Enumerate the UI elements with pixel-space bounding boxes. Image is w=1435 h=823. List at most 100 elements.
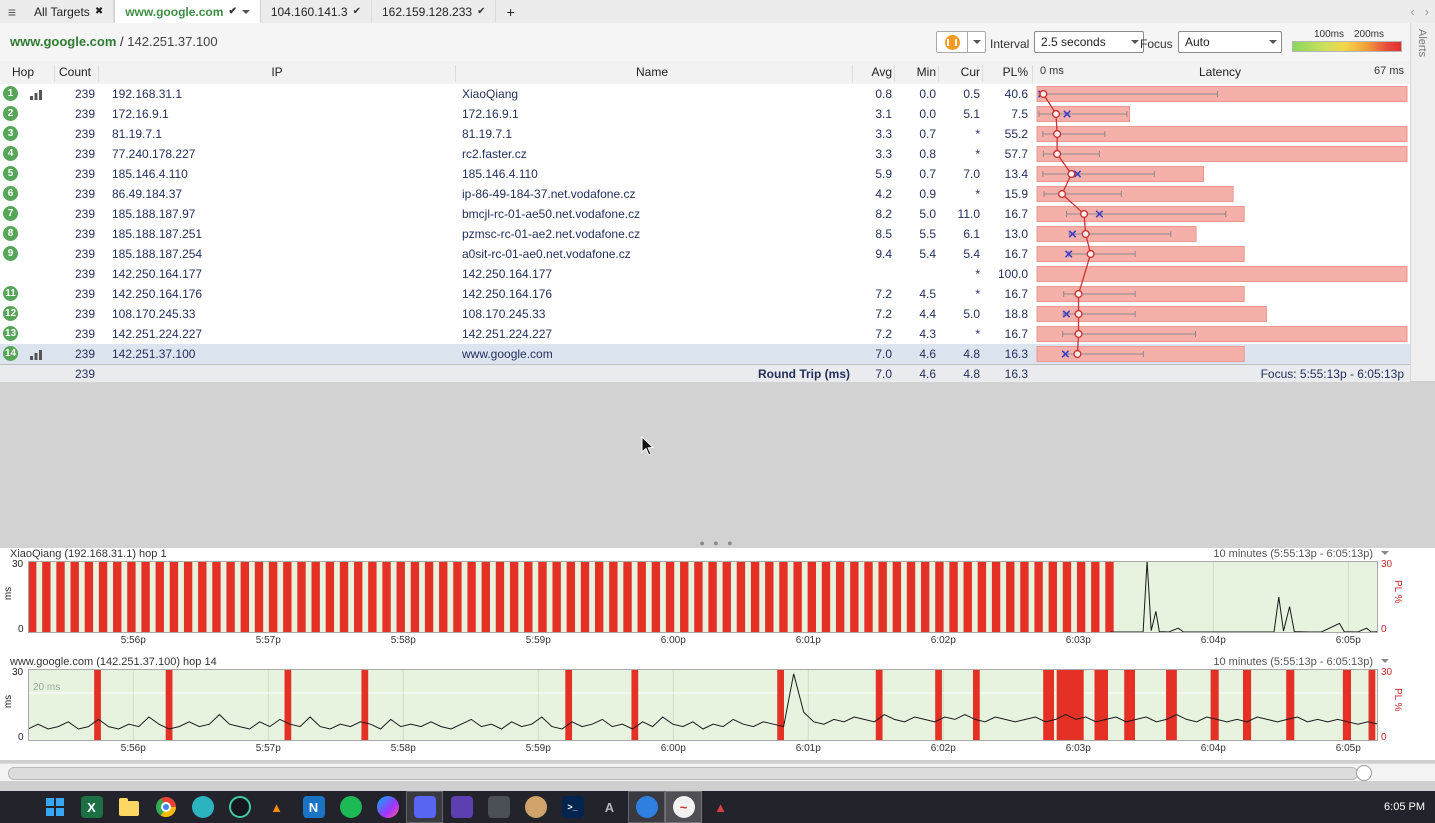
pause-button[interactable] <box>936 31 968 53</box>
interval-select[interactable]: 2.5 seconds <box>1034 31 1144 53</box>
messenger-icon[interactable] <box>369 791 406 823</box>
graph2-plot-area[interactable]: 20 ms <box>28 669 1378 741</box>
cube-app-icon-glyph <box>488 796 510 818</box>
table-row-hop-unknown[interactable]: 239142.250.164.177142.250.164.177*100.0 <box>0 264 1410 284</box>
tab-label: 162.159.128.233 <box>382 5 472 19</box>
focus-select[interactable]: Auto <box>1178 31 1282 53</box>
chevron-down-icon[interactable] <box>1381 551 1389 559</box>
table-row-hop-12[interactable]: 12239108.170.245.33108.170.245.337.24.45… <box>0 304 1410 324</box>
table-row-hop-7[interactable]: 7239185.188.187.97bmcjl-rc-01-ae50.net.v… <box>0 204 1410 224</box>
col-pl[interactable]: PL% <box>984 65 1028 79</box>
cell-ip: 185.146.4.110 <box>112 164 442 184</box>
pause-options-button[interactable] <box>968 31 986 53</box>
col-latency[interactable]: Latency <box>1120 65 1320 79</box>
col-hop[interactable]: Hop <box>12 65 34 79</box>
cell-avg: 3.3 <box>856 124 892 144</box>
chrome-icon[interactable] <box>147 791 184 823</box>
cell-count: 239 <box>55 204 95 224</box>
cell-count: 239 <box>55 124 95 144</box>
cell-pl: 7.5 <box>984 104 1028 124</box>
sphere-app-icon[interactable] <box>517 791 554 823</box>
menu-icon[interactable]: ≡ <box>0 0 24 23</box>
table-row-hop-1[interactable]: 1239192.168.31.1XiaoQiang0.80.00.540.6 <box>0 84 1410 104</box>
windows-taskbar: X▲N>_A~▲ 6:05 PM <box>0 791 1435 823</box>
add-target-button[interactable]: + <box>496 0 524 23</box>
graph1-range[interactable]: 10 minutes (5:55:13p - 6:05:13p) <box>1213 548 1373 560</box>
chevron-down-icon[interactable] <box>242 10 250 18</box>
trace-table-body: 1239192.168.31.1XiaoQiang0.80.00.540.622… <box>0 84 1410 364</box>
splitter-handle[interactable]: ● ● ● <box>0 538 1435 548</box>
pingplotter-icon[interactable]: ~ <box>665 791 702 823</box>
graph2-range[interactable]: 10 minutes (5:55:13p - 6:05:13p) <box>1213 656 1373 668</box>
scrollbar-knob[interactable] <box>1356 765 1372 781</box>
ide-icon[interactable] <box>221 791 258 823</box>
cell-min: 0.7 <box>896 164 936 184</box>
spotify-icon[interactable] <box>332 791 369 823</box>
latency-axis-min: 0 ms <box>1040 65 1064 77</box>
hop-number-badge: 3 <box>3 126 18 141</box>
table-row-hop-13[interactable]: 13239142.251.224.227142.251.224.2277.24.… <box>0 324 1410 344</box>
table-row-hop-6[interactable]: 623986.49.184.37ip-86-49-184-37.net.voda… <box>0 184 1410 204</box>
tab-www.google.com[interactable]: www.google.com✔ <box>114 0 261 23</box>
sourcetree-icon[interactable] <box>184 791 221 823</box>
col-count[interactable]: Count <box>55 65 95 79</box>
tab-All Targets[interactable]: All Targets✖ <box>24 0 114 23</box>
powershell-icon[interactable]: >_ <box>554 791 591 823</box>
cell-name: 185.146.4.110 <box>462 164 847 184</box>
scrollbar-thumb[interactable] <box>8 767 1358 780</box>
cell-ip: 108.170.245.33 <box>112 304 442 324</box>
hop-number-badge: 5 <box>3 166 18 181</box>
letter-a-app-icon[interactable]: A <box>591 791 628 823</box>
horizontal-scrollbar[interactable] <box>0 763 1435 782</box>
table-row-hop-8[interactable]: 8239185.188.187.251pzmsc-rc-01-ae2.net.v… <box>0 224 1410 244</box>
table-row-hop-3[interactable]: 323981.19.7.181.19.7.13.30.7*55.2 <box>0 124 1410 144</box>
table-row-hop-14[interactable]: 14239142.251.37.100www.google.com7.04.64… <box>0 344 1410 364</box>
excel-icon[interactable]: X <box>73 791 110 823</box>
tab-162.159.128.233[interactable]: 162.159.128.233✔ <box>372 0 496 23</box>
col-name[interactable]: Name <box>462 65 842 79</box>
onenote-icon[interactable]: N <box>295 791 332 823</box>
cell-pl: 16.3 <box>984 344 1028 364</box>
table-row-hop-9[interactable]: 9239185.188.187.254a0sit-rc-01-ae0.net.v… <box>0 244 1410 264</box>
scroll-tabs-right-icon[interactable]: › <box>1425 4 1429 19</box>
col-min[interactable]: Min <box>896 65 936 79</box>
bar-chart-icon[interactable] <box>30 89 42 103</box>
hop-number-badge: 4 <box>3 146 18 161</box>
cube-app-icon[interactable] <box>480 791 517 823</box>
cell-avg: 3.1 <box>856 104 892 124</box>
cell-cur: * <box>940 284 980 304</box>
col-cur[interactable]: Cur <box>940 65 980 79</box>
table-row-hop-5[interactable]: 5239185.146.4.110185.146.4.1105.90.77.01… <box>0 164 1410 184</box>
file-explorer-icon[interactable] <box>110 791 147 823</box>
cell-name: www.google.com <box>462 344 847 364</box>
table-row-hop-11[interactable]: 11239142.250.164.176142.250.164.1767.24.… <box>0 284 1410 304</box>
col-ip[interactable]: IP <box>112 65 442 79</box>
cell-avg: 8.5 <box>856 224 892 244</box>
table-row-hop-2[interactable]: 2239172.16.9.1172.16.9.13.10.05.17.5 <box>0 104 1410 124</box>
chevron-down-icon[interactable] <box>1381 659 1389 667</box>
close-icon[interactable]: ✖ <box>95 6 103 17</box>
start-icon[interactable] <box>36 791 73 823</box>
shield-app-icon[interactable] <box>443 791 480 823</box>
flame-app-icon[interactable]: ▲ <box>702 791 739 823</box>
table-row-hop-4[interactable]: 423977.240.178.227rc2.faster.cz3.30.8*57… <box>0 144 1410 164</box>
col-avg[interactable]: Avg <box>856 65 892 79</box>
camera-app-icon[interactable] <box>628 791 665 823</box>
graph2-pl-min: 0 <box>1381 732 1387 743</box>
bar-chart-icon[interactable] <box>30 349 42 363</box>
x-tick-label: 5:57p <box>248 743 288 754</box>
taskbar-clock[interactable]: 6:05 PM <box>1384 791 1425 823</box>
vlc-icon[interactable]: ▲ <box>258 791 295 823</box>
cell-pl: 40.6 <box>984 84 1028 104</box>
hop-number-badge: 1 <box>3 86 18 101</box>
discord-icon[interactable] <box>406 791 443 823</box>
cell-ip: 172.16.9.1 <box>112 104 442 124</box>
alerts-side-tab[interactable]: Alerts <box>1410 23 1435 381</box>
legend-gradient-bar <box>1292 41 1402 52</box>
summary-avg: 7.0 <box>856 366 892 382</box>
graph1-plot-area[interactable] <box>28 561 1378 633</box>
tab-104.160.141.3[interactable]: 104.160.141.3✔ <box>261 0 372 23</box>
scroll-tabs-left-icon[interactable]: ‹ <box>1410 4 1414 19</box>
spotify-icon-glyph <box>340 796 362 818</box>
focus-label: Focus <box>1140 37 1173 51</box>
